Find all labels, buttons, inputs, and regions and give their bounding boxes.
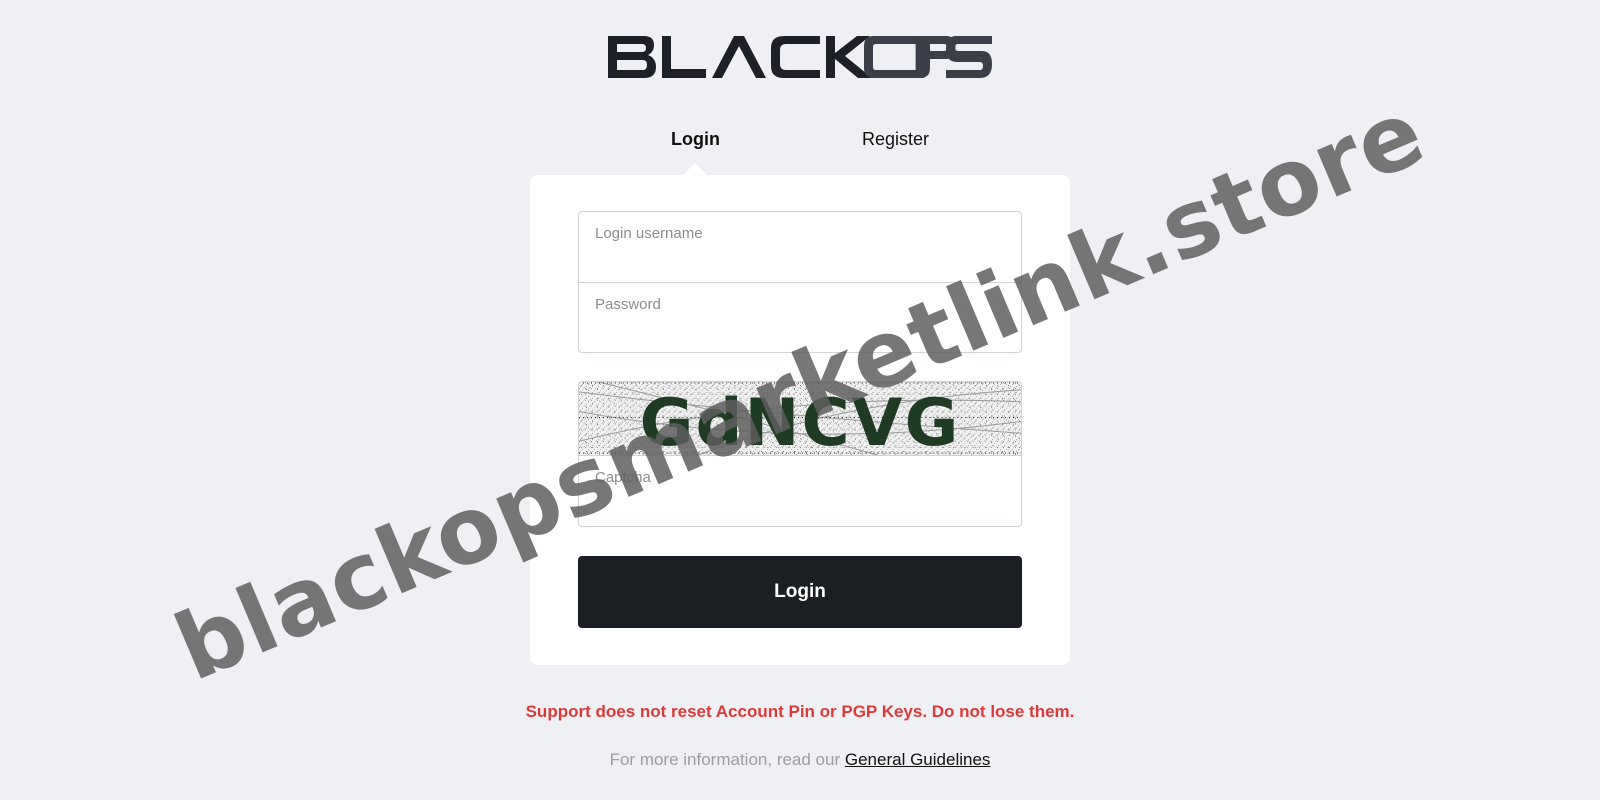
username-field: Login username bbox=[579, 212, 1021, 282]
login-card: Login username Password GdNCVG Captcha L… bbox=[530, 175, 1070, 665]
tab-register[interactable]: Register bbox=[862, 126, 929, 152]
captcha-image: GdNCVG bbox=[579, 382, 1021, 456]
password-field: Password bbox=[579, 282, 1021, 352]
info-line: For more information, read our General G… bbox=[0, 750, 1600, 770]
black-ops-logo bbox=[608, 36, 992, 78]
support-warning: Support does not reset Account Pin or PG… bbox=[525, 702, 1075, 721]
captcha-text: GdNCVG bbox=[640, 385, 961, 456]
login-button[interactable]: Login bbox=[578, 556, 1022, 628]
credentials-group: Login username Password bbox=[578, 211, 1022, 353]
info-prefix: For more information, read our bbox=[609, 750, 841, 769]
login-page: Login Register Login username Password G… bbox=[0, 0, 1600, 800]
password-input[interactable] bbox=[579, 283, 1021, 352]
general-guidelines-link[interactable]: General Guidelines bbox=[845, 750, 991, 769]
active-tab-indicator bbox=[683, 163, 707, 175]
captcha-input[interactable] bbox=[579, 456, 1021, 526]
captcha-group: GdNCVG Captcha bbox=[578, 381, 1022, 527]
captcha-field: Captcha bbox=[579, 456, 1021, 526]
auth-tabs: Login Register bbox=[0, 126, 1600, 156]
username-input[interactable] bbox=[579, 212, 1021, 282]
tab-login[interactable]: Login bbox=[671, 126, 720, 152]
